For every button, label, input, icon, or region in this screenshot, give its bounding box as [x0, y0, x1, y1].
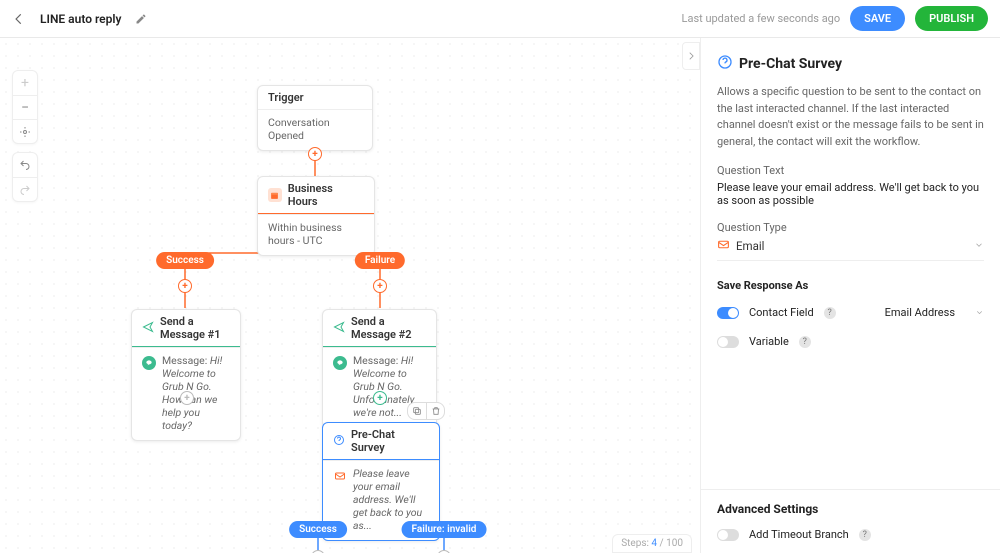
save-response-label: Save Response As — [717, 279, 984, 292]
envelope-icon — [333, 469, 347, 483]
help-icon[interactable]: ? — [799, 336, 811, 348]
add-step-button[interactable]: + — [373, 279, 387, 293]
node-msg2-title: Send a Message #2 — [351, 315, 426, 341]
sidebar-toggle-button[interactable] — [682, 42, 700, 70]
question-icon — [333, 434, 345, 449]
envelope-icon — [717, 238, 730, 254]
question-type-label: Question Type — [717, 221, 984, 234]
node-actions — [407, 402, 445, 420]
branch-success-pill[interactable]: Success — [156, 252, 214, 269]
line-icon — [333, 356, 347, 370]
add-step-button[interactable]: + — [373, 391, 387, 405]
publish-button[interactable]: PUBLISH — [915, 6, 988, 31]
contact-field-toggle[interactable] — [717, 307, 739, 319]
branch-success-pill[interactable]: Success — [289, 521, 347, 538]
add-timeout-toggle[interactable] — [717, 529, 739, 541]
chevron-down-icon — [975, 308, 984, 317]
question-type-select[interactable]: Email — [717, 238, 984, 261]
back-arrow-icon[interactable] — [12, 12, 26, 26]
zoom-in-button[interactable]: + — [13, 71, 37, 95]
node-bh-title: Business Hours — [288, 182, 364, 208]
node-trigger-body: Conversation Opened — [268, 116, 362, 142]
add-timeout-label: Add Timeout Branch — [749, 528, 849, 541]
question-text-label: Question Text — [717, 164, 984, 177]
contact-field-value: Email Address — [885, 306, 955, 319]
node-trigger-title: Trigger — [268, 91, 304, 104]
redo-button[interactable] — [13, 177, 37, 201]
delete-node-button[interactable] — [426, 403, 444, 419]
node-business-hours[interactable]: Business Hours Within business hours - U… — [257, 176, 375, 256]
help-icon[interactable]: ? — [859, 529, 871, 541]
undo-button[interactable] — [13, 153, 37, 177]
variable-label: Variable — [749, 335, 789, 348]
question-text-value[interactable]: Please leave your email address. We'll g… — [717, 181, 984, 207]
advanced-settings-label: Advanced Settings — [717, 502, 984, 516]
send-icon — [333, 321, 345, 336]
add-step-button[interactable]: + — [178, 279, 192, 293]
contact-field-select[interactable]: Email Address — [885, 306, 984, 319]
steps-counter: Steps: 4 / 100 — [612, 534, 692, 553]
help-icon[interactable]: ? — [824, 307, 836, 319]
variable-toggle[interactable] — [717, 336, 739, 348]
chevron-down-icon — [974, 239, 984, 253]
node-bh-body: Within business hours - UTC — [268, 221, 364, 247]
send-icon — [142, 321, 154, 336]
fit-screen-button[interactable] — [13, 119, 37, 143]
advanced-settings-section: Advanced Settings Add Timeout Branch ? — [701, 489, 1000, 553]
node-trigger[interactable]: Trigger Conversation Opened — [257, 85, 373, 151]
canvas-toolbar: + − — [12, 70, 38, 202]
node-msg1-body: Message: Hi! Welcome to Grub N Go. How c… — [162, 354, 230, 432]
question-icon — [717, 54, 733, 74]
node-send-message-1[interactable]: Send a Message #1 Message: Hi! Welcome t… — [131, 309, 241, 441]
contact-field-label: Contact Field — [749, 306, 814, 319]
add-step-button[interactable]: + — [308, 147, 322, 161]
add-step-button[interactable]: + — [180, 391, 194, 405]
node-msg1-title: Send a Message #1 — [160, 315, 230, 341]
workflow-canvas[interactable]: + − — [0, 38, 700, 553]
last-updated-label: Last updated a few seconds ago — [682, 12, 841, 25]
sidebar-title: Pre-Chat Survey — [739, 56, 842, 72]
workflow-title: LINE auto reply — [40, 12, 121, 26]
app-header: LINE auto reply Last updated a few secon… — [0, 0, 1000, 38]
calendar-icon — [268, 188, 282, 202]
copy-node-button[interactable] — [408, 403, 426, 419]
line-icon — [142, 356, 156, 370]
sidebar-panel: Pre-Chat Survey Allows a specific questi… — [700, 38, 1000, 553]
zoom-out-button[interactable]: − — [13, 95, 37, 119]
save-button[interactable]: SAVE — [850, 6, 905, 31]
node-pcs-title: Pre-Chat Survey — [351, 428, 429, 454]
question-type-value: Email — [736, 239, 764, 253]
branch-failure-pill[interactable]: Failure — [355, 252, 405, 269]
sidebar-description: Allows a specific question to be sent to… — [717, 84, 984, 150]
edit-title-icon[interactable] — [135, 13, 147, 25]
branch-failure-pill[interactable]: Failure: invalid — [402, 521, 487, 538]
